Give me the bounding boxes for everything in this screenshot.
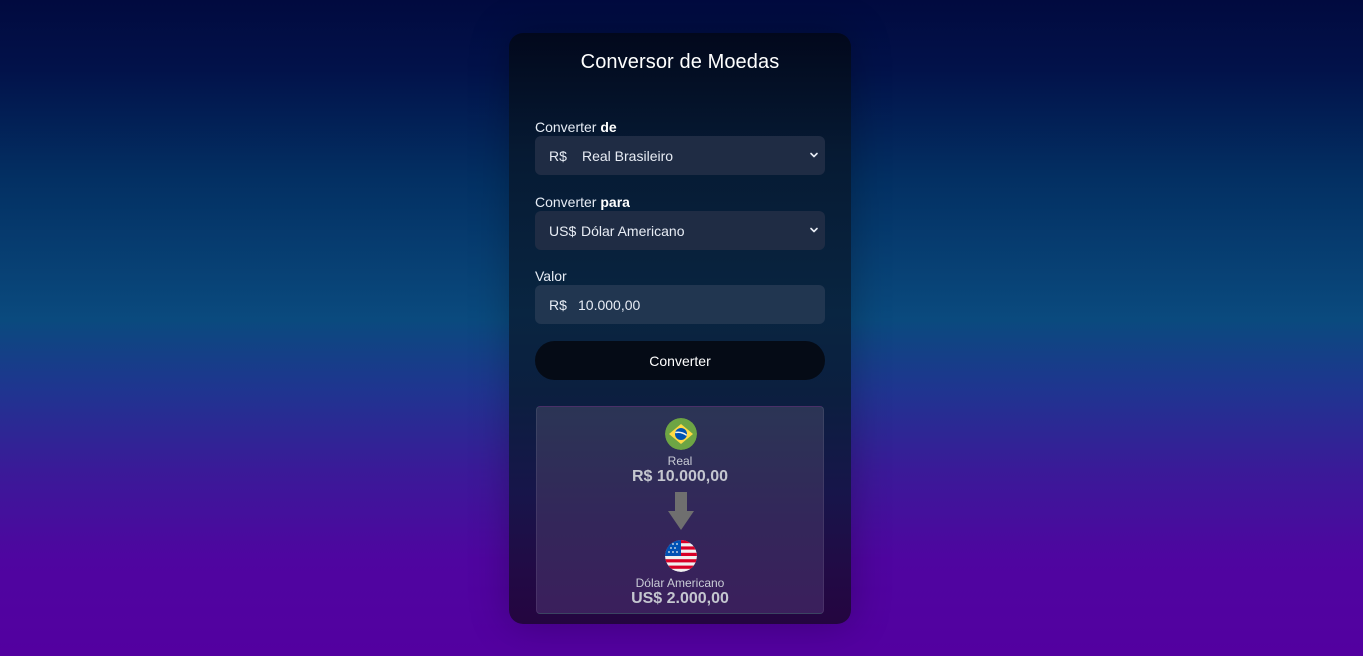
chevron-down-icon [810, 152, 818, 158]
from-currency-symbol: R$ [549, 147, 567, 164]
amount-currency-symbol: R$ [549, 296, 567, 313]
from-label: Converter de [535, 119, 617, 135]
to-currency-symbol: US$ [549, 222, 577, 239]
brazil-flag-icon [665, 418, 697, 450]
source-currency-name: Real [667, 454, 693, 468]
from-label-text: Converter [535, 119, 601, 135]
convert-button[interactable]: Converter [535, 341, 825, 380]
page-title: Conversor de Moedas [580, 51, 780, 73]
arrow-down-icon [668, 492, 694, 530]
amount-value: 10.000,00 [578, 296, 641, 313]
from-label-strong: de [600, 119, 617, 135]
converter-card: Conversor de Moedas Converter de R$ Real… [509, 33, 851, 624]
from-currency-select[interactable]: R$ Real Brasileiro [535, 136, 825, 175]
from-currency-name: Real Brasileiro [582, 147, 674, 164]
to-currency-name: Dólar Americano [581, 222, 685, 239]
to-label-strong: para [600, 194, 630, 210]
to-currency-select[interactable]: US$ Dólar Americano [535, 211, 825, 250]
target-currency-name: Dólar Americano [635, 576, 725, 590]
amount-label: Valor [535, 268, 567, 284]
to-label: Converter para [535, 194, 630, 210]
amount-input[interactable]: R$ 10.000,00 [535, 285, 825, 324]
usa-flag-icon [665, 540, 697, 572]
result-panel: Real R$ 10.000,00 Dólar Americano US$ 2.… [536, 406, 824, 614]
source-currency-value: R$ 10.000,00 [631, 468, 729, 485]
to-label-text: Converter [535, 194, 601, 210]
target-currency-value: US$ 2.000,00 [631, 590, 729, 607]
chevron-down-icon [810, 227, 818, 233]
